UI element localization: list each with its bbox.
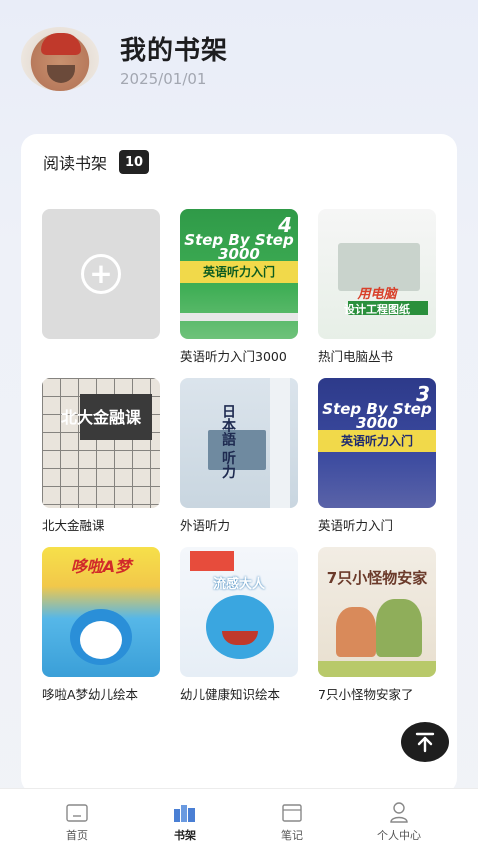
book-item[interactable]: 流感大人 幼儿健康知识绘本: [180, 547, 298, 703]
bottom-tab-bar: 首页 书架 笔记 个人中心: [0, 788, 478, 850]
cover-subtitle: 英语听力入门: [340, 434, 413, 448]
book-cover[interactable]: 流感大人: [180, 547, 298, 677]
book-cover[interactable]: 用电脑 设计工程图纸: [318, 209, 436, 339]
person-icon: [390, 802, 408, 823]
cover-title: Step By Step 3000: [184, 231, 294, 263]
tab-notes[interactable]: 笔记: [252, 801, 332, 843]
shelf-count-badge: 10: [119, 150, 150, 174]
arrow-up-icon: [415, 732, 435, 753]
book-item[interactable]: 北大金融课 北大金融课: [42, 378, 160, 534]
book-title[interactable]: 英语听力入门3000: [180, 346, 298, 365]
book-title[interactable]: 热门电脑丛书: [318, 346, 436, 365]
book-item[interactable]: 3 Step By Step 3000 英语听力入门 英语听力入门: [318, 378, 436, 534]
book-item[interactable]: 日本語 听力 外语听力: [180, 378, 298, 534]
home-icon: [66, 804, 88, 822]
cover-title: 流感大人: [212, 577, 265, 592]
cover-title: Step By Step 3000: [322, 400, 432, 432]
book-cover[interactable]: 4 Step By Step 3000 英语听力入门: [180, 209, 298, 339]
book-item[interactable]: 7只小怪物安家 7只小怪物安家了: [318, 547, 436, 703]
note-icon: [282, 804, 302, 822]
cover-subtitle: 英语听力入门: [202, 265, 275, 279]
cover-subtitle: 设计工程图纸: [344, 303, 410, 316]
cover-title: 北大金融课: [60, 408, 141, 427]
avatar-hat: [41, 33, 81, 55]
book-title[interactable]: 哆啦A梦幼儿绘本: [42, 684, 160, 703]
cover-title: 日本語 听力: [220, 403, 236, 479]
book-title[interactable]: 北大金融课: [42, 515, 160, 534]
bookshelf-card: 阅读书架 10 + 4 Step By Step 3000 英语听力入门 英语听…: [21, 134, 457, 794]
cover-title: 哆啦A梦: [70, 557, 132, 576]
cover-title: 用电脑: [357, 287, 397, 302]
tab-label: 首页: [66, 829, 88, 842]
book-item[interactable]: 4 Step By Step 3000 英语听力入门 英语听力入门3000: [180, 209, 298, 365]
tab-label: 笔记: [281, 829, 303, 842]
book-cover[interactable]: 3 Step By Step 3000 英语听力入门: [318, 378, 436, 508]
avatar-beard: [47, 65, 75, 83]
date-label: 2025/01/01: [120, 70, 207, 88]
page-header: 我的书架 2025/01/01: [0, 0, 478, 130]
add-book-item[interactable]: +: [42, 209, 160, 339]
tab-label: 书架: [174, 829, 196, 842]
tab-profile[interactable]: 个人中心: [359, 801, 439, 843]
add-book-button[interactable]: +: [42, 209, 160, 339]
bookshelf-icon: [174, 805, 195, 822]
tab-bookshelf[interactable]: 书架: [145, 801, 225, 843]
avatar[interactable]: [21, 27, 99, 91]
tab-home[interactable]: 首页: [37, 801, 117, 843]
book-cover[interactable]: 哆啦A梦: [42, 547, 160, 677]
shelf-title: 阅读书架: [43, 154, 108, 173]
book-cover[interactable]: 日本語 听力: [180, 378, 298, 508]
book-title[interactable]: 幼儿健康知识绘本: [180, 684, 298, 703]
page-title: 我的书架: [120, 36, 229, 66]
shelf-header: 阅读书架 10: [43, 150, 150, 174]
book-item[interactable]: 用电脑 设计工程图纸 热门电脑丛书: [318, 209, 436, 365]
book-cover[interactable]: 7只小怪物安家: [318, 547, 436, 677]
tab-label: 个人中心: [377, 829, 421, 842]
book-title[interactable]: 英语听力入门: [318, 515, 436, 534]
book-title[interactable]: 7只小怪物安家了: [318, 684, 436, 703]
cover-title: 7只小怪物安家: [326, 569, 428, 587]
book-title[interactable]: 外语听力: [180, 515, 298, 534]
book-cover[interactable]: 北大金融课: [42, 378, 160, 508]
plus-icon: +: [81, 254, 121, 294]
book-item[interactable]: 哆啦A梦 哆啦A梦幼儿绘本: [42, 547, 160, 703]
back-to-top-button[interactable]: [401, 722, 449, 762]
